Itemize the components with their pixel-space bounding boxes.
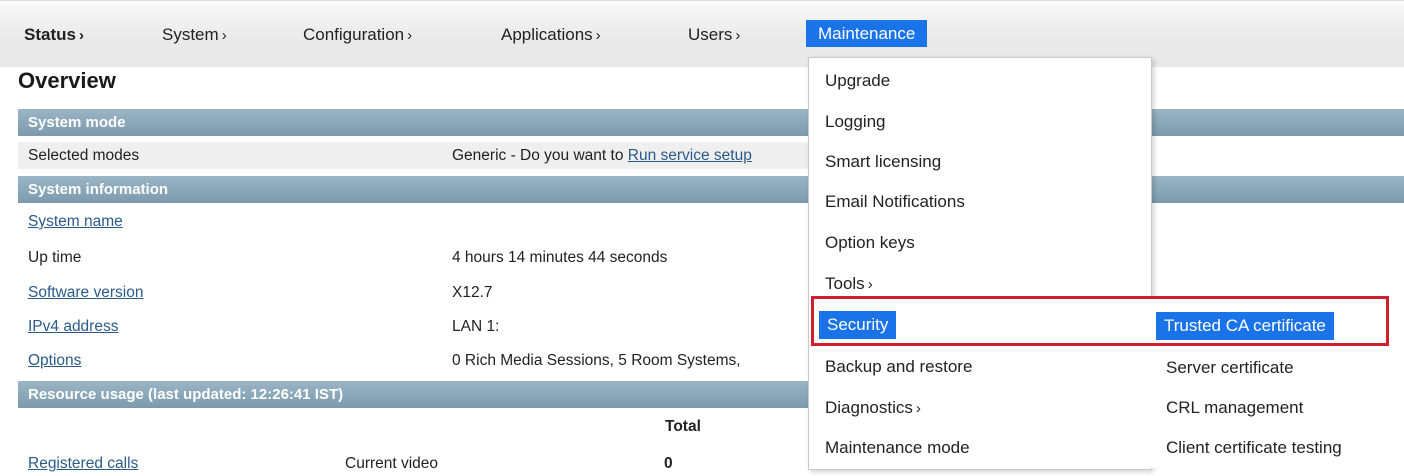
menu-item-email-notifications[interactable]: Email Notifications: [825, 188, 965, 216]
section-title: System mode: [28, 114, 126, 131]
menu-item-upgrade[interactable]: Upgrade: [825, 67, 890, 95]
registered-calls-link[interactable]: Registered calls: [28, 452, 138, 476]
nav-configuration-label: Configuration: [303, 25, 405, 44]
section-title: Resource usage (last updated: 12:26:41 I…: [28, 386, 344, 403]
ipv4-address-link[interactable]: IPv4 address: [28, 315, 118, 339]
total-column-header: Total: [665, 418, 701, 435]
chevron-right-icon: ›: [407, 27, 413, 44]
nav-status-label: Status: [24, 25, 76, 44]
menu-item-maintenance-mode[interactable]: Maintenance mode: [825, 434, 970, 462]
up-time-value: 4 hours 14 minutes 44 seconds: [452, 249, 668, 266]
submenu-item-server-certificate[interactable]: Server certificate: [1166, 354, 1294, 382]
nav-users-label: Users: [688, 25, 733, 44]
nav-applications-label: Applications: [501, 25, 593, 44]
software-version-link[interactable]: Software version: [28, 281, 143, 305]
red-highlight-annotation: [811, 296, 1389, 346]
submenu-item-client-certificate-testing[interactable]: Client certificate testing: [1166, 434, 1342, 462]
current-video-label: Current video: [345, 455, 439, 472]
chevron-right-icon: ›: [221, 27, 227, 44]
chevron-right-icon: ›: [595, 27, 601, 44]
selected-modes-label: Selected modes: [28, 147, 140, 164]
section-header-system-information: System information: [18, 176, 1404, 203]
menu-item-diagnostics[interactable]: Diagnostics ›: [825, 394, 921, 422]
top-navigation: Status › System › Configuration › Applicati…: [0, 0, 1404, 67]
system-name-link[interactable]: System name: [28, 210, 123, 234]
maintenance-dropdown-menu: Upgrade Logging Smart licensing Email No…: [808, 57, 1152, 470]
nav-applications[interactable]: Applications ›: [501, 21, 601, 48]
options-value: 0 Rich Media Sessions, 5 Room Systems,: [452, 352, 741, 369]
page-title: Overview: [18, 68, 116, 93]
nav-users[interactable]: Users ›: [688, 21, 740, 48]
section-title: System information: [28, 181, 169, 198]
nav-system-label: System: [162, 25, 219, 44]
ipv4-address-value: LAN 1:: [452, 315, 499, 339]
submenu-item-crl-management[interactable]: CRL management: [1166, 394, 1303, 422]
selected-modes-value: Generic - Do you want to Run service set…: [452, 144, 752, 168]
run-service-setup-link[interactable]: Run service setup: [628, 147, 752, 164]
menu-item-smart-licensing[interactable]: Smart licensing: [825, 148, 941, 176]
ipv4-value-text: LAN 1:: [452, 318, 500, 335]
section-header-system-mode: System mode: [18, 109, 1404, 136]
chevron-right-icon: ›: [915, 400, 921, 417]
menu-item-tools-label: Tools: [825, 274, 865, 293]
menu-item-option-keys[interactable]: Option keys: [825, 229, 915, 257]
selected-modes-text: Generic - Do you want to: [452, 147, 628, 164]
chevron-right-icon: ›: [867, 276, 873, 293]
menu-item-backup-and-restore[interactable]: Backup and restore: [825, 353, 972, 381]
nav-configuration[interactable]: Configuration ›: [303, 21, 412, 48]
chevron-right-icon: ›: [735, 27, 741, 44]
nav-status[interactable]: Status ›: [24, 21, 84, 48]
nav-system[interactable]: System ›: [162, 21, 227, 48]
menu-item-diagnostics-label: Diagnostics: [825, 398, 913, 417]
menu-item-tools[interactable]: Tools ›: [825, 270, 873, 298]
current-video-total: 0: [664, 455, 673, 472]
up-time-label: Up time: [28, 249, 82, 266]
nav-maintenance[interactable]: Maintenance: [806, 20, 928, 47]
software-version-value: X12.7: [452, 284, 493, 301]
menu-item-logging[interactable]: Logging: [825, 108, 886, 136]
nav-maintenance-label: Maintenance: [818, 24, 916, 43]
options-link[interactable]: Options: [28, 349, 81, 373]
chevron-right-icon: ›: [78, 27, 84, 44]
